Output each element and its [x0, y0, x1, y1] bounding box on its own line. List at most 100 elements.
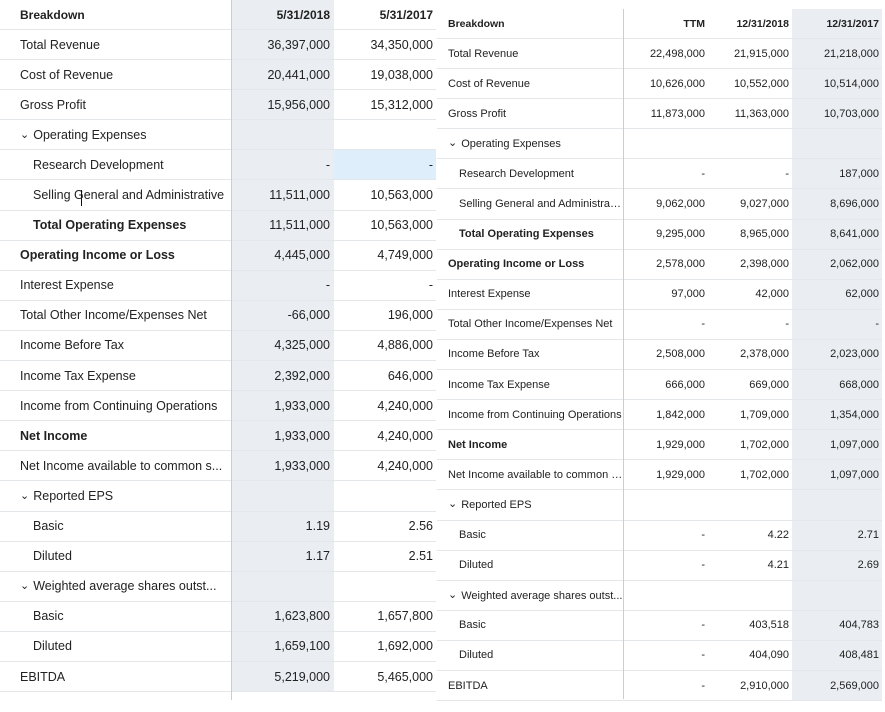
- right-table: Breakdown TTM 12/31/2018 12/31/2017 Tota…: [437, 9, 882, 702]
- row-label-text: Selling General and Administrative: [33, 188, 225, 203]
- row-label[interactable]: ⌄ Reported EPS: [0, 480, 232, 512]
- cell-value: 15,956,000: [232, 89, 334, 121]
- row-label-text: Interest Expense: [20, 278, 114, 293]
- table-row-diluted: Diluted 1,659,100 1,692,000: [0, 631, 436, 662]
- chevron-down-icon[interactable]: ⌄: [448, 136, 457, 149]
- cell-value: 669,000: [708, 369, 792, 401]
- row-label-text: Diluted: [33, 639, 72, 654]
- cell-value: 34,350,000: [334, 29, 436, 61]
- column-header-5-31-2018[interactable]: 5/31/2018: [232, 0, 334, 30]
- column-header-12-31-2017[interactable]: 12/31/2017: [792, 9, 882, 39]
- column-header-12-31-2018[interactable]: 12/31/2018: [708, 9, 792, 39]
- cell-value: 1,842,000: [624, 399, 708, 431]
- cell-value: 2.71: [792, 520, 882, 551]
- cell-value: -: [792, 309, 882, 340]
- cell-value: 4,240,000: [334, 390, 436, 422]
- cell-value: 9,062,000: [624, 188, 708, 220]
- row-label[interactable]: ⌄ Reported EPS: [437, 489, 624, 521]
- row-label: Basic: [0, 601, 232, 632]
- row-label[interactable]: ⌄ Operating Expenses: [437, 128, 624, 160]
- cell-value: [232, 480, 334, 512]
- table-row-net-income-available-to-common-s: Net Income available to common s... 1,933…: [0, 450, 436, 482]
- row-label-text: Basic: [33, 609, 64, 624]
- table-row-diluted: Diluted 1.17 2.51: [0, 541, 436, 572]
- row-label[interactable]: ⌄ Weighted average shares outst...: [0, 571, 232, 602]
- row-label[interactable]: ⌄ Weighted average shares outst...: [437, 580, 624, 611]
- row-label: Income Before Tax: [437, 339, 624, 371]
- cell-value: 2,910,000: [708, 670, 792, 702]
- cell-value: 8,965,000: [708, 219, 792, 250]
- cell-value: 4,445,000: [232, 240, 334, 271]
- cell-value: [334, 571, 436, 602]
- cell-value: 42,000: [708, 279, 792, 310]
- row-label-text: Interest Expense: [448, 288, 531, 301]
- chevron-down-icon[interactable]: ⌄: [20, 489, 29, 502]
- row-label: Total Operating Expenses: [0, 210, 232, 241]
- cell-value: [624, 489, 708, 521]
- row-label: Research Development: [0, 149, 232, 181]
- row-label: Income Tax Expense: [0, 360, 232, 392]
- chevron-down-icon[interactable]: ⌄: [20, 128, 29, 141]
- table-row-cost-of-revenue: Cost of Revenue 10,626,000 10,552,000 10,51…: [437, 68, 882, 100]
- row-label-text: Cost of Revenue: [20, 67, 114, 82]
- column-header-5-31-2017[interactable]: 5/31/2017: [334, 0, 436, 30]
- row-label[interactable]: ⌄ Operating Expenses: [0, 119, 232, 151]
- cell-value: 21,218,000: [792, 38, 882, 70]
- row-label: Total Other Income/Expenses Net: [437, 309, 624, 340]
- column-header-ttm[interactable]: TTM: [624, 9, 708, 39]
- row-label: Operating Income or Loss: [437, 249, 624, 280]
- cell-value: 187,000: [792, 158, 882, 190]
- right-income-statement: Breakdown TTM 12/31/2018 12/31/2017 Tota…: [437, 9, 882, 702]
- cell-value: 11,363,000: [708, 98, 792, 130]
- row-label-text: Income Tax Expense: [20, 368, 136, 383]
- table-row-weighted-average-shares-outst[interactable]: ⌄ Weighted average shares outst...: [0, 571, 436, 602]
- chevron-down-icon[interactable]: ⌄: [448, 588, 457, 601]
- cell-value: 1.17: [232, 541, 334, 572]
- table-row-gross-profit: Gross Profit 15,956,000 15,312,000: [0, 89, 436, 121]
- chevron-down-icon[interactable]: ⌄: [448, 497, 457, 510]
- table-row-operating-expenses[interactable]: ⌄ Operating Expenses: [0, 119, 436, 151]
- row-label-text: Net Income: [20, 428, 88, 443]
- table-row-diluted: Diluted -404,090 408,481: [437, 640, 882, 671]
- cell-value: -: [708, 158, 792, 190]
- row-label: Net Income available to common s...: [437, 459, 624, 491]
- table-row-weighted-average-shares-outst[interactable]: ⌄ Weighted average shares outst...: [437, 580, 882, 611]
- table-row-income-tax-expense: Income Tax Expense 2,392,000 646,000: [0, 360, 436, 392]
- row-label: EBITDA: [0, 661, 232, 693]
- cell-value: 11,511,000: [232, 210, 334, 241]
- table-row-income-from-continuing-operations: Income from Continuing Operations 1,842,0…: [437, 399, 882, 431]
- row-label-text: Income Before Tax: [448, 348, 540, 361]
- cell-value: -: [624, 610, 708, 641]
- cell-value: -: [334, 270, 436, 301]
- cell-value: 4.21: [708, 550, 792, 581]
- table-row-total-other-income-expenses-net: Total Other Income/Expenses Net -66,000 19…: [0, 300, 436, 331]
- row-label-text: Basic: [33, 519, 64, 534]
- cell-value: 10,563,000: [334, 179, 436, 211]
- cell-value: 1,623,800: [232, 601, 334, 632]
- row-label: Income Before Tax: [0, 330, 232, 362]
- row-label: Diluted: [437, 550, 624, 581]
- cell-value: 10,552,000: [708, 68, 792, 100]
- row-label: Diluted: [0, 631, 232, 662]
- row-label-text: Total Other Income/Expenses Net: [448, 318, 613, 331]
- cell-value: 4.22: [708, 520, 792, 551]
- cell-value: 1,692,000: [334, 631, 436, 662]
- cell-value: 10,626,000: [624, 68, 708, 100]
- row-label-text: Income Tax Expense: [448, 378, 550, 391]
- table-row-reported-eps[interactable]: ⌄ Reported EPS: [0, 480, 436, 512]
- row-label: Total Operating Expenses: [437, 219, 624, 250]
- cell-value: 2,508,000: [624, 339, 708, 371]
- cell-value: 1,933,000: [232, 450, 334, 482]
- cell-value: 9,295,000: [624, 219, 708, 250]
- row-label-text: Diluted: [459, 559, 494, 572]
- table-row-basic: Basic 1,623,800 1,657,800: [0, 601, 436, 632]
- chevron-down-icon[interactable]: ⌄: [20, 579, 29, 592]
- cell-value: 1,354,000: [792, 399, 882, 431]
- cell-value: 196,000: [334, 300, 436, 331]
- cell-value: 62,000: [792, 279, 882, 310]
- table-row-reported-eps[interactable]: ⌄ Reported EPS: [437, 489, 882, 521]
- left-income-statement: Breakdown 5/31/2018 5/31/2017 Total Reve…: [0, 0, 436, 700]
- table-row-operating-expenses[interactable]: ⌄ Operating Expenses: [437, 128, 882, 160]
- breakdown-header: Breakdown: [437, 9, 624, 39]
- table-row-total-revenue: Total Revenue 36,397,000 34,350,000: [0, 29, 436, 61]
